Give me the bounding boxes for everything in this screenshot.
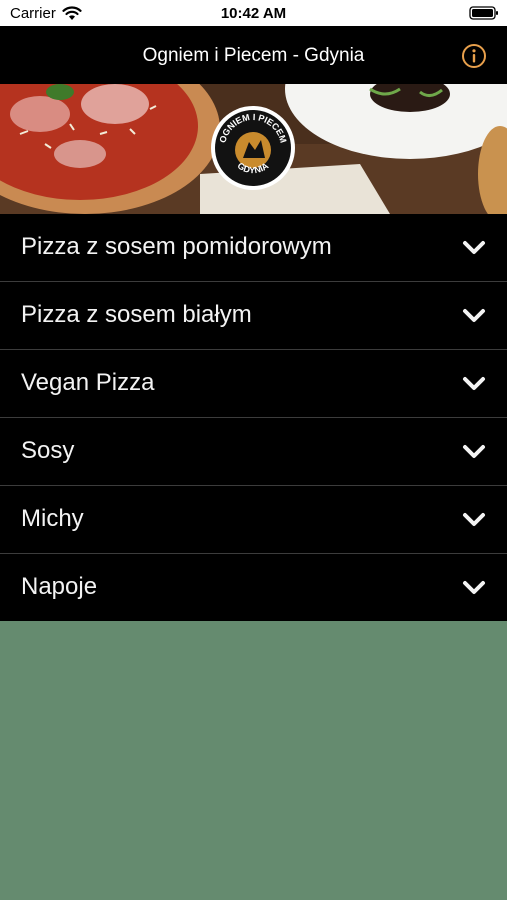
category-label: Napoje [21,573,98,600]
info-icon[interactable] [461,43,487,69]
chevron-down-icon [463,581,485,594]
status-bar: Carrier 10:42 AM [0,0,507,26]
category-label: Sosy [21,437,75,464]
battery-icon [469,6,498,20]
category-sosy[interactable]: Sosy [0,418,507,486]
chevron-down-icon [463,445,485,458]
chevron-down-icon [463,513,485,526]
category-napoje[interactable]: Napoje [0,554,507,621]
category-pizza-pomidorowa[interactable]: Pizza z sosem pomidorowym [0,214,507,282]
category-label: Michy [21,505,84,532]
chevron-down-icon [463,309,485,322]
category-label: Vegan Pizza [21,369,155,396]
chevron-down-icon [463,377,485,390]
category-michy[interactable]: Michy [0,486,507,554]
navigation-bar: Ogniem i Piecem - Gdynia [0,26,507,84]
category-label: Pizza z sosem białym [21,301,252,328]
page-title: Ogniem i Piecem - Gdynia [142,45,365,66]
category-pizza-biala[interactable]: Pizza z sosem białym [0,282,507,350]
category-label: Pizza z sosem pomidorowym [21,233,332,260]
clock: 10:42 AM [220,5,287,22]
category-vegan-pizza[interactable]: Vegan Pizza [0,350,507,418]
chevron-down-icon [463,241,485,254]
category-list: Pizza z sosem pomidorowym Pizza z sosem … [0,214,507,621]
hero-banner: OGNIEM I PIECEM GDYNIA [0,84,507,214]
hero-image: OGNIEM I PIECEM GDYNIA [0,84,507,214]
